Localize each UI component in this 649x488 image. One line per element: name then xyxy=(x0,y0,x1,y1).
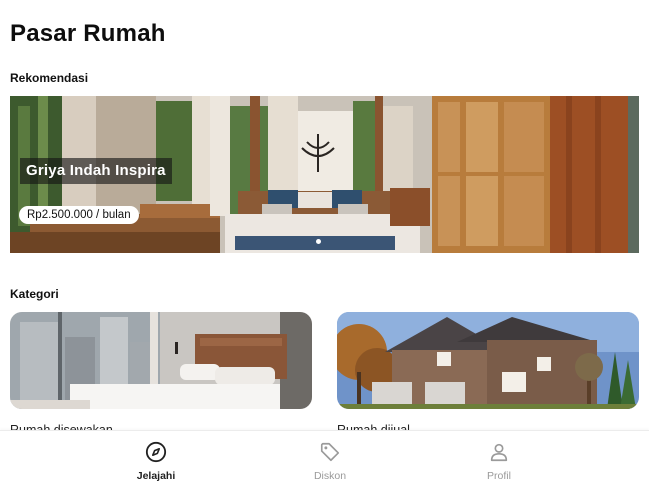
category-card-sale[interactable]: Rumah dijual xyxy=(337,312,639,437)
nav-label-profile: Profil xyxy=(487,470,511,482)
section-title-categories: Kategori xyxy=(10,287,59,301)
bottom-navigation: Jelajahi Diskon Profil xyxy=(0,430,649,488)
carousel-dot[interactable] xyxy=(316,239,321,244)
nav-label-explore: Jelajahi xyxy=(136,470,176,482)
featured-listing-name: Griya Indah Inspira xyxy=(20,158,172,184)
category-sale-image xyxy=(337,312,639,409)
category-rent-image xyxy=(10,312,312,409)
featured-listing-price-badge: Rp2.500.000 / bulan xyxy=(19,206,139,224)
carousel-indicator[interactable] xyxy=(316,239,321,244)
person-icon xyxy=(488,441,510,463)
nav-item-explore[interactable]: Jelajahi xyxy=(106,431,206,488)
app-root: Pasar Rumah Rekomendasi Griya Indah Insp… xyxy=(0,0,649,488)
section-title-recommendations: Rekomendasi xyxy=(10,71,89,85)
category-card-rent[interactable]: Rumah disewakan xyxy=(10,312,312,437)
page-title: Pasar Rumah xyxy=(10,20,166,47)
nav-item-discount[interactable]: Diskon xyxy=(280,431,380,488)
compass-icon xyxy=(145,441,167,463)
featured-listing-card[interactable]: Griya Indah Inspira Rp2.500.000 / bulan xyxy=(10,96,639,253)
nav-item-profile[interactable]: Profil xyxy=(449,431,549,488)
tag-icon xyxy=(319,441,341,463)
nav-label-discount: Diskon xyxy=(313,470,347,482)
